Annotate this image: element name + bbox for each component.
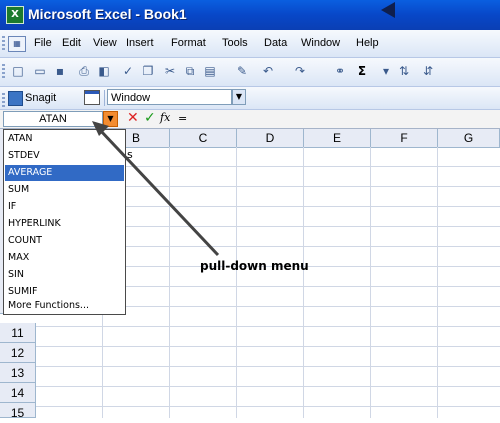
annotation-label: pull-down menu [200,259,309,273]
arrow-head [92,121,109,136]
annotation-arrow [92,121,220,257]
arrow-shaft [98,128,220,257]
